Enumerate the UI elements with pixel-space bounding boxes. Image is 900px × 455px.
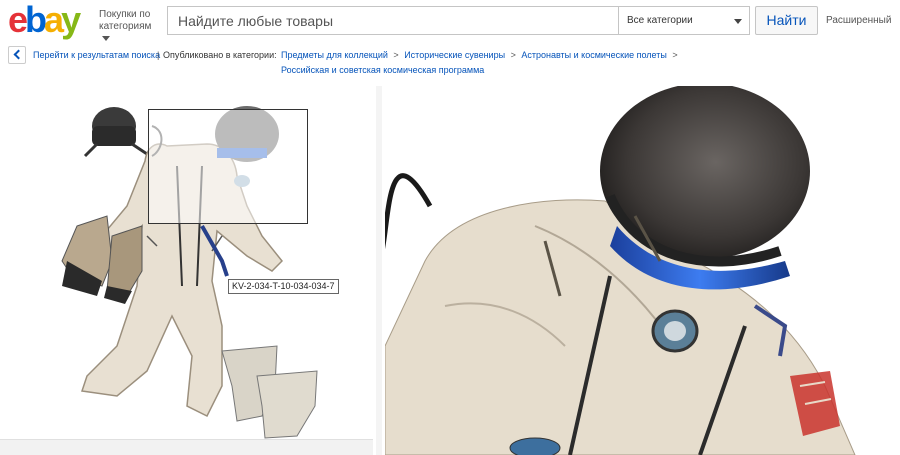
breadcrumb: Перейти к результатам поиска | Опубликов…: [8, 46, 893, 78]
breadcrumb-item[interactable]: Российская и советская космическая прогр…: [281, 63, 484, 78]
back-to-results-link[interactable]: Перейти к результатам поиска: [33, 48, 160, 63]
product-image[interactable]: KV-2-034-T-10-034-034-7: [7, 86, 373, 455]
helmet-cap-icon: [83, 107, 148, 158]
cable-icon: [385, 173, 433, 250]
helmet-visor-icon: [600, 86, 810, 290]
image-tooltip: KV-2-034-T-10-034-034-7: [228, 279, 339, 294]
search-input[interactable]: [168, 7, 618, 34]
category-select[interactable]: Все категории: [618, 7, 750, 34]
breadcrumb-links: Предметы для коллекций > Исторические су…: [281, 48, 681, 63]
boots-icon: [221, 345, 318, 439]
search-bar: Все категории: [167, 6, 750, 35]
zoomed-image: [385, 86, 900, 455]
caret-down-icon: [734, 19, 742, 24]
breadcrumb-item[interactable]: Предметы для коллекций: [281, 50, 388, 60]
svg-text:ebay: ebay: [8, 2, 81, 40]
back-button[interactable]: [8, 46, 26, 64]
breadcrumb-item[interactable]: Исторические сувениры: [404, 50, 505, 60]
panel-divider: [376, 86, 382, 455]
thumbnail-strip[interactable]: [0, 439, 373, 455]
breadcrumb-chevron: >: [672, 50, 678, 60]
shop-by-category-label: Покупки по категориям: [99, 9, 152, 32]
header: ebay Покупки по категориям Все категории…: [0, 0, 900, 42]
zoomed-spacesuit-illustration: [385, 86, 856, 455]
advanced-search-link[interactable]: Расширенный: [826, 15, 891, 26]
caret-down-icon: [102, 35, 110, 41]
breadcrumb-item[interactable]: Астронавты и космические полеты: [521, 50, 666, 60]
category-select-value: Все категории: [627, 15, 693, 26]
search-button[interactable]: Найти: [755, 6, 818, 35]
breadcrumb-chevron: >: [510, 50, 516, 60]
ebay-logo-icon: ebay: [8, 2, 84, 40]
zoom-lens[interactable]: [148, 109, 308, 224]
breadcrumb-divider: |: [157, 50, 160, 60]
ebay-logo[interactable]: ebay: [8, 2, 94, 40]
published-in-label: Опубликовано в категории:: [163, 50, 277, 60]
shop-by-category-button[interactable]: Покупки по категориям: [99, 9, 161, 45]
valve-icon: [651, 309, 699, 353]
chevron-left-icon: [13, 49, 24, 60]
breadcrumb-chevron: >: [393, 50, 399, 60]
